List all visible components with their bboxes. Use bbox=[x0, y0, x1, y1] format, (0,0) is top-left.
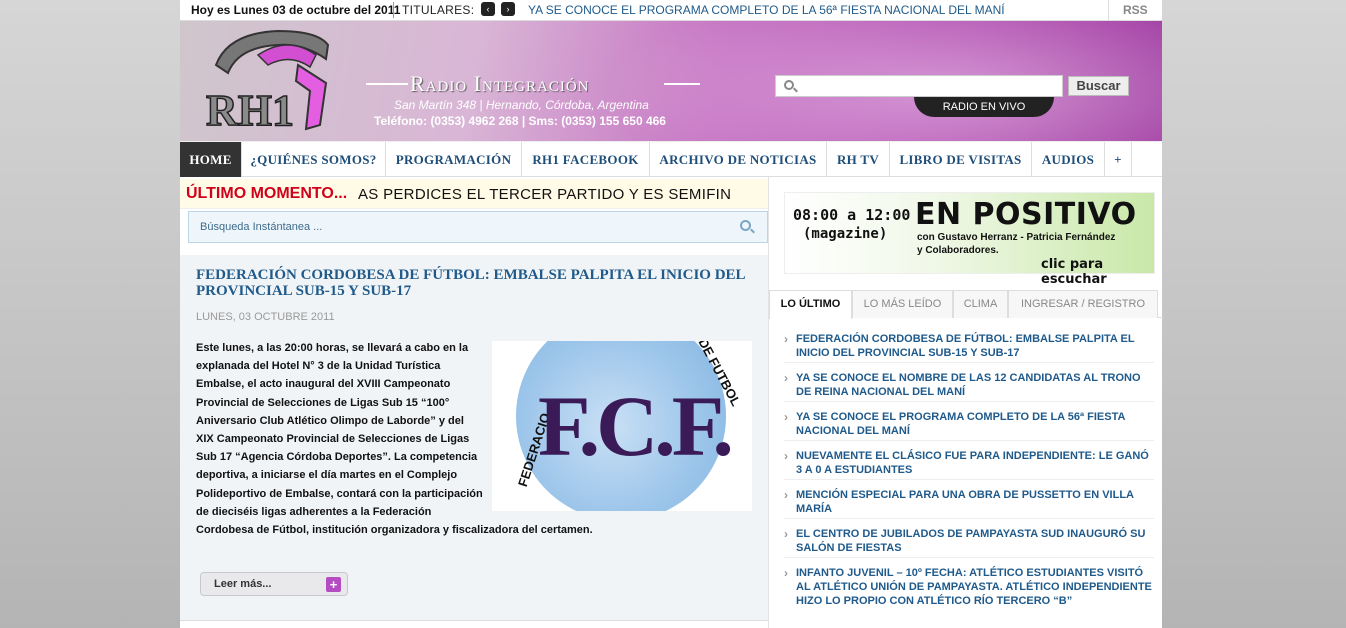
instant-search-input[interactable]: Búsqueda Instántanea ... bbox=[200, 221, 322, 233]
news-item[interactable]: MENCIÓN ESPECIAL PARA UNA OBRA DE PUSSET… bbox=[784, 488, 1154, 516]
divider bbox=[784, 440, 1154, 441]
nav-rh-tv[interactable]: RH TV bbox=[827, 142, 890, 178]
station-address: San Martín 348 | Hernando, Córdoba, Arge… bbox=[394, 98, 649, 112]
nav-archivo-noticias[interactable]: ARCHIVO DE NOTICIAS bbox=[650, 142, 827, 178]
brand-rule bbox=[366, 83, 408, 85]
headline-ticker-link[interactable]: YA SE CONOCE EL PROGRAMA COMPLETO DE LA … bbox=[528, 3, 1005, 17]
banner-hosts-line: y Colaboradores. bbox=[917, 245, 999, 256]
read-more-button[interactable]: Leer más... + bbox=[200, 572, 348, 596]
divider bbox=[784, 557, 1154, 558]
ticker-prev-button[interactable]: ‹ bbox=[481, 2, 495, 16]
brand-rule bbox=[664, 83, 700, 85]
logo-lettering: RH1 bbox=[206, 86, 294, 135]
search-input[interactable] bbox=[800, 77, 1060, 95]
rss-link[interactable]: RSS bbox=[1123, 3, 1148, 17]
divider bbox=[180, 620, 768, 621]
program-banner[interactable]: 08:00 a 12:00 (magazine) EN POSITIVO con… bbox=[784, 192, 1155, 287]
titulares-label: TITULARES: bbox=[402, 3, 475, 17]
breaking-news-label: ÚLTIMO MOMENTO... bbox=[186, 185, 348, 202]
tab-lo-ultimo[interactable]: LO ÚLTIMO bbox=[769, 290, 852, 319]
news-item[interactable]: YA SE CONOCE EL PROGRAMA COMPLETO DE LA … bbox=[784, 410, 1154, 438]
page-container: Hoy es Lunes 03 de octubre del 2011 TITU… bbox=[180, 0, 1163, 628]
read-more-label: Leer más... bbox=[214, 578, 272, 590]
site-search bbox=[775, 75, 1063, 97]
breaking-news-ticker[interactable]: AS PERDICES EL TERCER PARTIDO Y ES SEMIF… bbox=[358, 186, 750, 203]
divider bbox=[784, 518, 1154, 519]
divider bbox=[784, 362, 1154, 363]
rh1-logo[interactable]: RH1 bbox=[198, 25, 334, 135]
sidebar: 08:00 a 12:00 (magazine) EN POSITIVO con… bbox=[768, 177, 1163, 628]
plus-icon: + bbox=[326, 577, 341, 592]
nav-quienes-somos[interactable]: ¿QUIÉNES SOMOS? bbox=[242, 142, 386, 178]
banner-type: (magazine) bbox=[803, 226, 888, 242]
divider bbox=[784, 401, 1154, 402]
news-item[interactable]: INFANTO JUVENIL – 10º FECHA: ATLÉTICO ES… bbox=[784, 566, 1154, 608]
search-icon bbox=[784, 80, 794, 90]
radio-live-button[interactable]: RADIO EN VIVO bbox=[914, 97, 1054, 117]
tab-ingresar-registro[interactable]: INGRESAR / REGISTRO bbox=[1008, 290, 1158, 318]
banner-listen-link[interactable]: clic para escuchar bbox=[1041, 257, 1154, 287]
fcf-logo-text: F.C.F. bbox=[538, 378, 734, 474]
sidebar-tabs: LO ÚLTIMO LO MÁS LEÍDO CLIMA INGRESAR / … bbox=[769, 288, 1163, 319]
ticker-next-button[interactable]: › bbox=[501, 2, 515, 16]
news-item[interactable]: YA SE CONOCE EL NOMBRE DE LAS 12 CANDIDA… bbox=[784, 371, 1154, 399]
top-bar: Hoy es Lunes 03 de octubre del 2011 TITU… bbox=[180, 0, 1162, 21]
main-content: ÚLTIMO MOMENTO... AS PERDICES EL TERCER … bbox=[180, 177, 768, 628]
nav-programacion[interactable]: PROGRAMACIÓN bbox=[386, 142, 522, 178]
tab-lo-mas-leido[interactable]: LO MÁS LEÍDO bbox=[852, 290, 953, 318]
search-icon[interactable] bbox=[740, 220, 751, 231]
news-item[interactable]: FEDERACIÓN CORDOBESA DE FÚTBOL: EMBALSE … bbox=[784, 332, 1154, 360]
search-button[interactable]: Buscar bbox=[1068, 76, 1129, 96]
banner-time: 08:00 a 12:00 bbox=[793, 206, 911, 224]
featured-article: FEDERACIÓN CORDOBESA DE FÚTBOL: EMBALSE … bbox=[180, 255, 768, 621]
divider bbox=[393, 2, 394, 18]
station-phone: Teléfono: (0353) 4962 268 | Sms: (0353) … bbox=[374, 114, 666, 128]
nav-libro-visitas[interactable]: LIBRO DE VISITAS bbox=[890, 142, 1032, 178]
nav-audios[interactable]: AUDIOS bbox=[1032, 142, 1105, 178]
station-name: Radio Integración bbox=[410, 71, 590, 96]
nav-more[interactable]: + bbox=[1105, 142, 1132, 178]
nav-rh1-facebook[interactable]: RH1 FACEBOOK bbox=[522, 142, 650, 178]
article-date: LUNES, 03 OCTUBRE 2011 bbox=[196, 311, 335, 323]
news-item[interactable]: EL CENTRO DE JUBILADOS DE PAMPAYASTA SUD… bbox=[784, 527, 1154, 555]
banner-title: EN POSITIVO bbox=[915, 197, 1137, 232]
breaking-news-bar: ÚLTIMO MOMENTO... AS PERDICES EL TERCER … bbox=[180, 179, 768, 209]
news-item[interactable]: NUEVAMENTE EL CLÁSICO FUE PARA INDEPENDI… bbox=[784, 449, 1154, 477]
tab-clima[interactable]: CLIMA bbox=[953, 290, 1008, 318]
site-header: RH1 Radio Integración San Martín 348 | H… bbox=[180, 21, 1162, 141]
divider bbox=[1108, 0, 1109, 21]
divider bbox=[784, 479, 1154, 480]
nav-home[interactable]: HOME bbox=[180, 142, 242, 178]
article-image[interactable]: FEDERACIO DE FUTBOL F.C.F. bbox=[492, 341, 752, 511]
article-body: FEDERACIO DE FUTBOL F.C.F. Este lunes, a… bbox=[196, 339, 752, 539]
banner-hosts: con Gustavo Herranz - Patricia Fernández… bbox=[917, 231, 1115, 257]
instant-search[interactable]: Búsqueda Instántanea ... bbox=[188, 211, 768, 243]
article-title[interactable]: FEDERACIÓN CORDOBESA DE FÚTBOL: EMBALSE … bbox=[196, 267, 756, 299]
current-date: Hoy es Lunes 03 de octubre del 2011 bbox=[191, 3, 401, 17]
main-nav: HOME ¿QUIÉNES SOMOS? PROGRAMACIÓN RH1 FA… bbox=[180, 141, 1162, 178]
banner-hosts-line: con Gustavo Herranz - Patricia Fernández bbox=[917, 232, 1116, 243]
